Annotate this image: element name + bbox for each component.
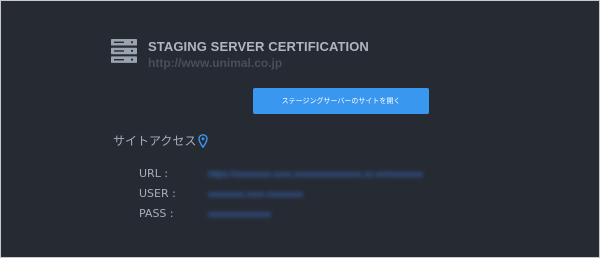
url-label: URL : — [139, 167, 169, 180]
location-pin-icon — [198, 133, 209, 148]
open-staging-site-button[interactable]: ステージングサーバーのサイトを開く — [253, 88, 429, 114]
page-title: STAGING SERVER CERTIFICATION — [148, 39, 369, 54]
site-url: http://www.unimal.co.jp — [148, 56, 283, 70]
user-value: xxxxxxxx.xxxx.xxxxxxxx — [208, 189, 304, 199]
certification-panel: STAGING SERVER CERTIFICATION http://www.… — [0, 0, 600, 258]
server-icon — [111, 39, 137, 63]
url-value[interactable]: https://xxxxxxxx.xxxx.xxxxxxxxxxxxxxx.xx… — [208, 169, 423, 179]
pass-label: PASS : — [139, 207, 174, 220]
site-access-label: サイトアクセス — [113, 134, 197, 148]
site-access-heading: サイトアクセス — [113, 132, 209, 149]
pass-value: xxxxxxxxxxxxxx — [208, 209, 271, 219]
user-label: USER : — [139, 187, 176, 200]
